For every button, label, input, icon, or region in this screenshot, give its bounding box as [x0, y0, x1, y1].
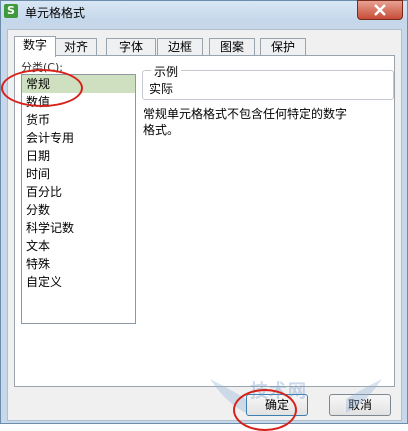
category-item-text[interactable]: 文本 [22, 237, 135, 255]
category-item-accounting[interactable]: 会计专用 [22, 129, 135, 147]
close-button[interactable] [357, 0, 403, 20]
tab-font[interactable]: 字体 [106, 38, 156, 56]
tab-pattern[interactable]: 图案 [209, 38, 255, 56]
tab-alignment[interactable]: 对齐 [55, 38, 97, 56]
category-item-scientific[interactable]: 科学记数 [22, 219, 135, 237]
category-item-date[interactable]: 日期 [22, 147, 135, 165]
watermark-text: 技术网 [250, 381, 307, 402]
tab-border[interactable]: 边框 [157, 38, 203, 56]
format-description: 常规单元格格式不包含任何特定的数字格式。 [143, 107, 348, 137]
category-item-special[interactable]: 特殊 [22, 255, 135, 273]
sample-group: 示例 实际 [142, 63, 394, 100]
category-item-number[interactable]: 数值 [22, 93, 135, 111]
tab-protection[interactable]: 保护 [260, 38, 306, 56]
category-label: 分类(C): [21, 61, 63, 74]
close-icon [374, 4, 386, 16]
sample-value: 实际 [149, 82, 174, 96]
dialog-body: 数字 对齐 字体 边框 图案 保护 分类(C): 常规 数值 货币 会计专用 日… [7, 29, 402, 421]
category-item-custom[interactable]: 自定义 [22, 273, 135, 291]
category-item-percentage[interactable]: 百分比 [22, 183, 135, 201]
title-bar[interactable]: S 单元格格式 [1, 0, 407, 23]
category-list[interactable]: 常规 数值 货币 会计专用 日期 时间 百分比 分数 科学记数 文本 特殊 自定… [21, 74, 136, 324]
dialog-title: 单元格格式 [25, 6, 86, 20]
category-item-fraction[interactable]: 分数 [22, 201, 135, 219]
category-item-general[interactable]: 常规 [22, 75, 135, 93]
tab-number[interactable]: 数字 [14, 36, 56, 57]
app-icon: S [4, 4, 18, 18]
watermark: 技术网 [206, 373, 386, 423]
category-item-time[interactable]: 时间 [22, 165, 135, 183]
format-cells-dialog: S 单元格格式 数字 对齐 字体 边框 图案 保护 分类(C): 常规 数值 货… [0, 0, 408, 431]
sample-label: 示例 [151, 63, 182, 80]
number-tab-panel: 分类(C): 常规 数值 货币 会计专用 日期 时间 百分比 分数 科学记数 文… [14, 55, 395, 387]
category-item-currency[interactable]: 货币 [22, 111, 135, 129]
